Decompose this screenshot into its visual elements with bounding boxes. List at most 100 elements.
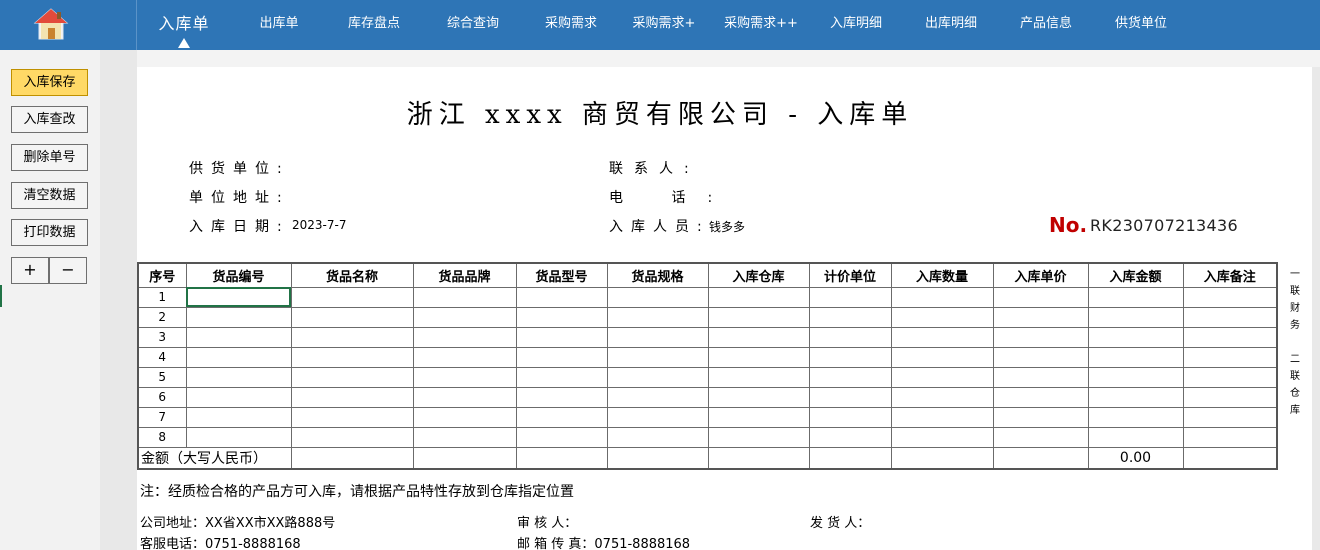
cell[interactable]: [992, 286, 1089, 308]
cell[interactable]: [606, 446, 709, 470]
cell[interactable]: [808, 366, 892, 388]
cell[interactable]: [890, 306, 994, 328]
cell[interactable]: [412, 366, 517, 388]
tab-supplier[interactable]: 供货单位: [1103, 0, 1179, 50]
cell[interactable]: [185, 306, 292, 328]
date-value[interactable]: 2023-7-7: [292, 218, 346, 232]
delete-order-button[interactable]: 删除单号: [11, 144, 88, 171]
cell[interactable]: [185, 346, 292, 368]
cell[interactable]: [808, 426, 892, 448]
cell[interactable]: [290, 306, 414, 328]
staff-value[interactable]: 钱多多: [709, 218, 745, 235]
cell[interactable]: [890, 426, 994, 448]
cell[interactable]: [290, 426, 414, 448]
cell[interactable]: [808, 446, 892, 470]
cell[interactable]: [1182, 306, 1278, 328]
cell[interactable]: [412, 306, 517, 328]
cell[interactable]: [412, 326, 517, 348]
cell[interactable]: [1087, 406, 1184, 428]
tab-outbound-detail[interactable]: 出库明细: [913, 0, 989, 50]
cell[interactable]: [606, 406, 709, 428]
cell[interactable]: [1182, 446, 1278, 470]
cell[interactable]: [606, 286, 709, 308]
cell[interactable]: [412, 386, 517, 408]
add-row-button[interactable]: +: [11, 257, 49, 284]
cell[interactable]: [185, 406, 292, 428]
tab-stock-count[interactable]: 库存盘点: [336, 0, 412, 50]
cell[interactable]: [412, 446, 517, 470]
cell[interactable]: [606, 366, 709, 388]
cell[interactable]: [808, 286, 892, 308]
cell[interactable]: [890, 446, 994, 470]
tab-purchase-demand[interactable]: 采购需求: [533, 0, 609, 50]
cell[interactable]: [606, 326, 709, 348]
cell[interactable]: [515, 406, 608, 428]
cell[interactable]: [1087, 306, 1184, 328]
cell[interactable]: [992, 326, 1089, 348]
save-inbound-button[interactable]: 入库保存: [11, 69, 88, 96]
cell[interactable]: [290, 446, 414, 470]
cell[interactable]: [1087, 326, 1184, 348]
cell[interactable]: [606, 386, 709, 408]
tab-product-info[interactable]: 产品信息: [1008, 0, 1084, 50]
cell[interactable]: [1182, 366, 1278, 388]
cell[interactable]: [412, 406, 517, 428]
cell[interactable]: [1087, 286, 1184, 308]
cell[interactable]: [707, 306, 810, 328]
cell[interactable]: [1087, 366, 1184, 388]
cell[interactable]: [1182, 286, 1278, 308]
cell[interactable]: [808, 306, 892, 328]
cell[interactable]: [515, 326, 608, 348]
cell-selected[interactable]: [185, 286, 292, 308]
cell[interactable]: [992, 306, 1089, 328]
cell[interactable]: [992, 366, 1089, 388]
cell[interactable]: [707, 386, 810, 408]
cell[interactable]: [290, 286, 414, 308]
cell[interactable]: [1182, 426, 1278, 448]
cell[interactable]: [515, 286, 608, 308]
cell[interactable]: [808, 386, 892, 408]
cell[interactable]: [808, 326, 892, 348]
cell[interactable]: [515, 386, 608, 408]
cell[interactable]: [707, 406, 810, 428]
cell[interactable]: [515, 446, 608, 470]
cell[interactable]: [606, 346, 709, 368]
cell[interactable]: [515, 306, 608, 328]
cell[interactable]: [185, 386, 292, 408]
cell[interactable]: [890, 286, 994, 308]
cell[interactable]: [808, 406, 892, 428]
cell[interactable]: [890, 326, 994, 348]
cell[interactable]: [890, 386, 994, 408]
cell[interactable]: [992, 406, 1089, 428]
cell[interactable]: [1087, 386, 1184, 408]
cell[interactable]: [707, 366, 810, 388]
cell[interactable]: [707, 426, 810, 448]
cell[interactable]: [412, 426, 517, 448]
tab-purchase-demand-plus-plus[interactable]: 采购需求++: [720, 0, 802, 50]
cell[interactable]: [515, 426, 608, 448]
cell[interactable]: [290, 406, 414, 428]
cell[interactable]: [1182, 346, 1278, 368]
cell[interactable]: [290, 346, 414, 368]
tab-purchase-demand-plus[interactable]: 采购需求+: [626, 0, 702, 50]
cell[interactable]: [992, 386, 1089, 408]
cell[interactable]: [890, 406, 994, 428]
cell[interactable]: [515, 346, 608, 368]
cell[interactable]: [290, 386, 414, 408]
cell[interactable]: [890, 346, 994, 368]
print-data-button[interactable]: 打印数据: [11, 219, 88, 246]
cell[interactable]: [992, 426, 1089, 448]
cell[interactable]: [412, 346, 517, 368]
cell[interactable]: [707, 286, 810, 308]
tab-inbound-detail[interactable]: 入库明细: [818, 0, 894, 50]
cell[interactable]: [290, 366, 414, 388]
cell[interactable]: [707, 326, 810, 348]
clear-data-button[interactable]: 清空数据: [11, 182, 88, 209]
home-button[interactable]: [0, 0, 137, 50]
cell[interactable]: [515, 366, 608, 388]
cell[interactable]: [707, 346, 810, 368]
cell[interactable]: [992, 346, 1089, 368]
cell[interactable]: [290, 326, 414, 348]
cell[interactable]: [992, 446, 1089, 470]
tab-outbound-order[interactable]: 出库单: [245, 0, 313, 50]
